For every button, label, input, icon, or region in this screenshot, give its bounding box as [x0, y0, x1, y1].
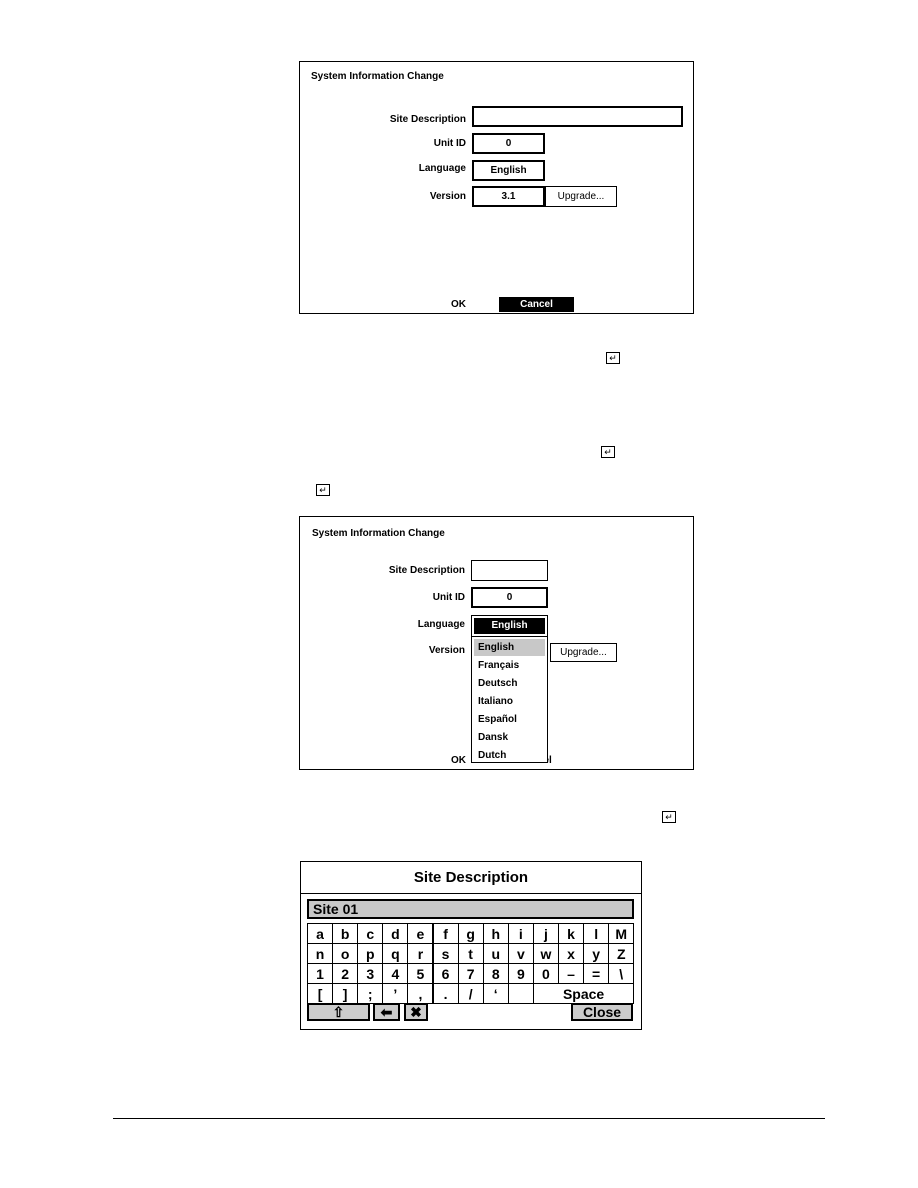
key[interactable]: b — [332, 923, 359, 944]
site-description-field[interactable] — [471, 560, 548, 581]
dialog-title: System Information Change — [311, 71, 444, 82]
key[interactable]: / — [457, 983, 484, 1004]
shift-arrow-icon: ⇧ — [332, 1003, 345, 1020]
version-label: Version — [429, 191, 466, 202]
upgrade-button[interactable]: Upgrade... — [550, 643, 617, 662]
site-description-label: Site Description — [389, 114, 466, 125]
upgrade-button[interactable]: Upgrade... — [545, 186, 617, 207]
language-option[interactable]: Italiano — [474, 693, 545, 710]
language-selected[interactable]: English — [474, 618, 545, 634]
enter-key-icon: ↵ — [662, 811, 676, 823]
key[interactable]: c — [357, 923, 384, 944]
key[interactable]: u — [482, 943, 509, 964]
key[interactable]: t — [457, 943, 484, 964]
keyboard-title: Site Description — [301, 862, 641, 894]
key[interactable]: 4 — [382, 963, 409, 984]
system-info-dialog-language-open: System Information Change Site Descripti… — [299, 516, 694, 770]
key[interactable]: \ — [608, 963, 635, 984]
close-button[interactable]: Close — [571, 1003, 633, 1021]
clear-button[interactable]: ✖ — [404, 1003, 428, 1021]
key[interactable]: x — [558, 943, 585, 964]
version-field: 3.1 — [472, 186, 545, 207]
key[interactable]: h — [482, 923, 509, 944]
key[interactable]: Z — [608, 943, 635, 964]
key[interactable]: r — [407, 943, 434, 964]
key[interactable]: – — [558, 963, 585, 984]
language-field[interactable]: English — [472, 160, 545, 181]
language-option[interactable]: Español — [474, 711, 545, 728]
unit-id-field[interactable]: 0 — [472, 133, 545, 154]
key[interactable]: y — [583, 943, 610, 964]
language-label: Language — [417, 619, 465, 630]
language-option[interactable]: Dansk — [474, 729, 545, 746]
version-label: Version — [428, 645, 465, 656]
enter-key-icon: ↵ — [316, 484, 330, 496]
enter-key-icon: ↵ — [606, 352, 620, 364]
key[interactable]: = — [583, 963, 610, 984]
language-option[interactable]: English — [474, 639, 545, 656]
key[interactable]: o — [332, 943, 359, 964]
key[interactable]: a — [307, 923, 334, 944]
key[interactable]: s — [432, 943, 459, 964]
x-icon: ✖ — [410, 1003, 422, 1020]
key[interactable]: . — [432, 983, 459, 1004]
key[interactable]: d — [382, 923, 409, 944]
key[interactable]: , — [407, 983, 434, 1004]
key[interactable]: i — [507, 923, 534, 944]
key[interactable]: j — [532, 923, 559, 944]
key[interactable]: 9 — [507, 963, 534, 984]
key[interactable]: 2 — [332, 963, 359, 984]
system-info-dialog: System Information Change Site Descripti… — [299, 61, 694, 314]
key[interactable]: [ — [307, 983, 334, 1004]
cancel-button[interactable]: Cancel — [499, 297, 574, 312]
language-dropdown[interactable]: English English Français Deutsch Italian… — [471, 615, 548, 763]
key[interactable]: 5 — [407, 963, 434, 984]
language-label: Language — [418, 163, 466, 174]
language-option[interactable]: Deutsch — [474, 675, 545, 692]
key[interactable]: 8 — [482, 963, 509, 984]
key[interactable]: g — [457, 923, 484, 944]
language-option[interactable]: Dutch — [474, 747, 545, 764]
key[interactable]: e — [407, 923, 434, 944]
key[interactable]: v — [507, 943, 534, 964]
site-description-label: Site Description — [388, 565, 465, 576]
key[interactable]: 7 — [457, 963, 484, 984]
language-option[interactable]: Français — [474, 657, 545, 674]
keyboard-input[interactable]: Site 01 — [307, 899, 634, 919]
key[interactable]: 1 — [307, 963, 334, 984]
unit-id-field[interactable]: 0 — [471, 587, 548, 608]
key[interactable]: k — [558, 923, 585, 944]
divider — [472, 636, 547, 637]
backspace-button[interactable]: ⬅ — [373, 1003, 400, 1021]
ok-button[interactable]: OK — [451, 299, 466, 310]
key[interactable]: ; — [357, 983, 384, 1004]
left-arrow-icon: ⬅ — [380, 1003, 393, 1020]
key[interactable]: M — [608, 923, 635, 944]
space-key[interactable]: Space — [532, 983, 635, 1004]
key[interactable]: ] — [332, 983, 359, 1004]
key[interactable]: p — [357, 943, 384, 964]
dialog-title: System Information Change — [312, 528, 445, 539]
key[interactable]: 3 — [357, 963, 384, 984]
manual-page: System Information Change Site Descripti… — [0, 0, 918, 1188]
shift-button[interactable]: ⇧ — [307, 1003, 370, 1021]
unit-id-label: Unit ID — [432, 592, 465, 603]
key[interactable]: l — [583, 923, 610, 944]
unit-id-label: Unit ID — [433, 138, 466, 149]
ok-button[interactable]: OK — [451, 755, 466, 766]
key[interactable] — [507, 983, 534, 1004]
site-description-field[interactable] — [472, 106, 683, 127]
key[interactable]: w — [532, 943, 559, 964]
key[interactable]: ’ — [382, 983, 409, 1004]
key[interactable]: 0 — [532, 963, 559, 984]
key[interactable]: ‘ — [482, 983, 509, 1004]
footer-rule — [113, 1118, 825, 1119]
virtual-keyboard-dialog: Site Description Site 01 abcdefghijklMno… — [300, 861, 642, 1030]
key[interactable]: 6 — [432, 963, 459, 984]
key[interactable]: n — [307, 943, 334, 964]
key[interactable]: q — [382, 943, 409, 964]
enter-key-icon: ↵ — [601, 446, 615, 458]
key[interactable]: f — [432, 923, 459, 944]
